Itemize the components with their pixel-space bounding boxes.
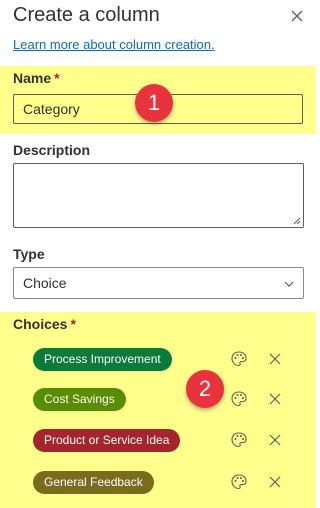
palette-icon[interactable] — [230, 431, 248, 449]
resize-grip-icon[interactable] — [293, 217, 301, 225]
type-label: Type — [13, 246, 45, 262]
name-label: Name * — [13, 70, 60, 86]
description-label: Description — [13, 142, 91, 158]
remove-icon[interactable] — [266, 473, 284, 491]
close-icon[interactable] — [289, 8, 305, 24]
choice-pill[interactable]: General Feedback — [33, 471, 154, 494]
choices-label: Choices * — [13, 316, 76, 332]
panel-title: Create a column — [13, 4, 160, 26]
remove-icon[interactable] — [266, 350, 284, 368]
palette-icon[interactable] — [230, 473, 248, 491]
remove-icon[interactable] — [266, 390, 284, 408]
choice-pill[interactable]: Process Improvement — [33, 348, 172, 371]
choice-pill[interactable]: Cost Savings — [33, 388, 126, 411]
description-textarea[interactable] — [13, 163, 304, 228]
choice-pill[interactable]: Product or Service Idea — [33, 429, 181, 452]
choices-label-text: Choices — [13, 316, 68, 332]
remove-icon[interactable] — [266, 431, 284, 449]
type-dropdown[interactable]: Choice — [13, 267, 304, 299]
annotation-badge-2: 2 — [186, 370, 224, 408]
chevron-down-icon — [284, 281, 294, 287]
create-column-panel: Create a column Learn more about column … — [0, 0, 316, 508]
palette-icon[interactable] — [230, 350, 248, 368]
name-label-text: Name — [13, 70, 52, 86]
palette-icon[interactable] — [230, 390, 248, 408]
type-dropdown-value: Choice — [23, 275, 67, 291]
learn-more-link[interactable]: Learn more about column creation. — [13, 37, 215, 52]
required-marker: * — [54, 70, 60, 86]
required-marker: * — [70, 316, 76, 332]
annotation-badge-1: 1 — [135, 84, 173, 122]
